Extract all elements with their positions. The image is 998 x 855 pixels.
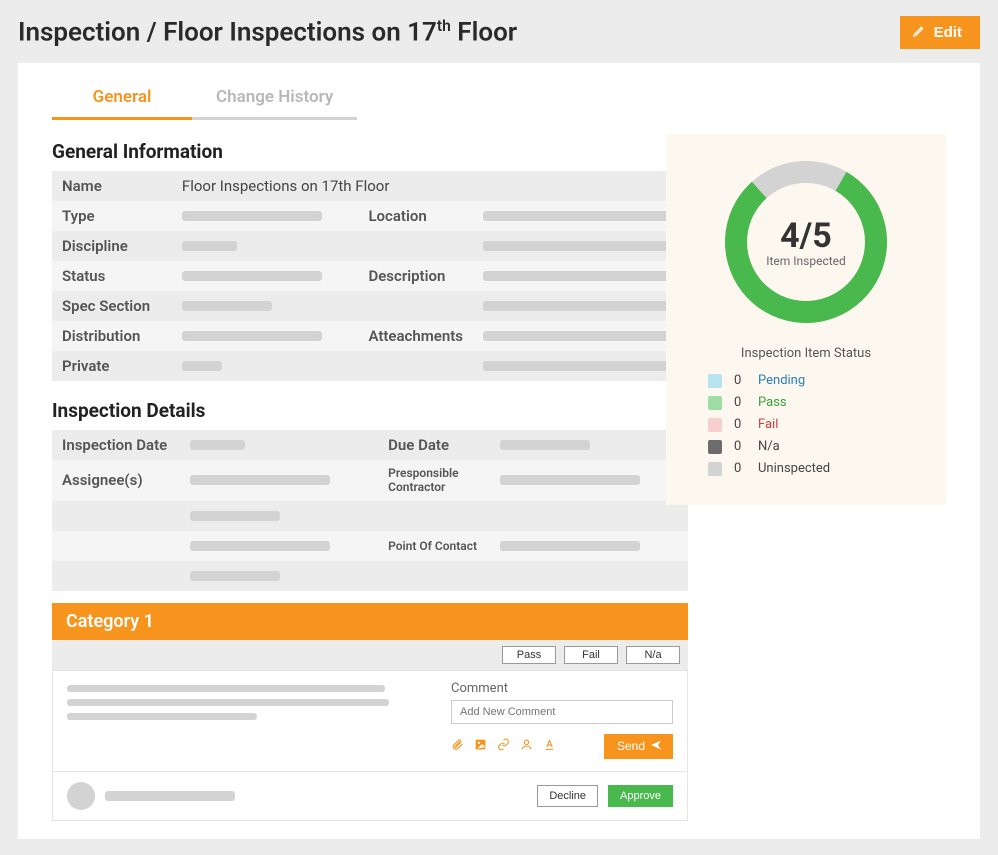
- general-info-table: Name Floor Inspections on 17th Floor Typ…: [52, 171, 688, 381]
- inspection-date-label: Inspection Date: [52, 430, 180, 460]
- fail-button[interactable]: Fail: [564, 646, 618, 664]
- comment-label: Comment: [451, 681, 673, 696]
- private-value: [172, 351, 359, 381]
- item-text: [67, 681, 427, 759]
- swatch-na: [708, 440, 722, 454]
- status-title: Inspection Item Status: [686, 346, 926, 361]
- assignees-value-2: [180, 501, 378, 531]
- legend-pending-label: Pending: [758, 373, 805, 388]
- legend-fail-count: 0: [734, 417, 746, 432]
- donut-count: 4/5: [780, 216, 832, 256]
- link-icon[interactable]: [497, 738, 510, 755]
- legend-pass-count: 0: [734, 395, 746, 410]
- status-value: [172, 261, 359, 291]
- assignees-value: [180, 460, 378, 501]
- tab-general[interactable]: General: [52, 77, 192, 120]
- distribution-value: [172, 321, 359, 351]
- type-label: Type: [52, 201, 172, 231]
- inspection-donut-chart: 4/5 Item Inspected: [720, 156, 892, 328]
- category-header: Category 1: [52, 603, 688, 640]
- name-label: Name: [52, 171, 172, 201]
- edit-label: Edit: [934, 24, 962, 41]
- legend-pending: 0 Pending: [708, 373, 904, 388]
- legend-pass-label: Pass: [758, 395, 787, 410]
- section-general-info: General Information: [52, 140, 648, 163]
- legend-na: 0 N/a: [708, 439, 904, 454]
- send-button[interactable]: Send: [604, 734, 673, 759]
- assignees-value-4: [180, 561, 378, 591]
- donut-label: Item Inspected: [766, 254, 846, 268]
- pencil-icon: [912, 23, 927, 42]
- poc-value: [490, 531, 688, 561]
- location-value-2: [473, 231, 688, 261]
- legend-fail-label: Fail: [758, 417, 778, 432]
- comment-input[interactable]: [451, 700, 673, 724]
- category-actions: Pass Fail N/a: [52, 640, 688, 670]
- legend-uninspected-count: 0: [734, 461, 746, 476]
- name-value: Floor Inspections on 17th Floor: [172, 171, 688, 201]
- status-label: Status: [52, 261, 172, 291]
- inspection-date-value: [180, 430, 378, 460]
- assignees-value-3: [180, 531, 378, 561]
- section-inspection-details: Inspection Details: [52, 399, 648, 422]
- presponsible-value: [490, 460, 688, 501]
- legend-pending-count: 0: [734, 373, 746, 388]
- location-value: [473, 201, 688, 231]
- user-icon[interactable]: [520, 738, 533, 755]
- attachments-label: Atteachments: [358, 321, 473, 351]
- location-label: Location: [358, 201, 473, 231]
- pass-button[interactable]: Pass: [502, 646, 556, 664]
- tabs: General Change History: [52, 77, 946, 120]
- status-panel: 4/5 Item Inspected Inspection Item Statu…: [666, 134, 946, 505]
- due-date-value: [490, 430, 688, 460]
- legend-na-count: 0: [734, 439, 746, 454]
- tab-change-history[interactable]: Change History: [192, 77, 357, 120]
- swatch-pass: [708, 396, 722, 410]
- legend-uninspected: 0 Uninspected: [708, 461, 904, 476]
- distribution-label: Distribution: [52, 321, 172, 351]
- legend-na-label: N/a: [758, 439, 780, 454]
- inspection-details-table: Inspection Date Due Date Assignee(s) Pre…: [52, 430, 688, 591]
- description-label: Description: [358, 261, 473, 291]
- attachments-value: [473, 321, 688, 351]
- text-icon[interactable]: [543, 738, 556, 755]
- due-date-label: Due Date: [378, 430, 490, 460]
- swatch-pending: [708, 374, 722, 388]
- image-icon[interactable]: [474, 738, 487, 755]
- assignees-label: Assignee(s): [52, 460, 180, 501]
- send-arrow-icon: [650, 739, 662, 754]
- send-label: Send: [617, 739, 645, 753]
- edit-button[interactable]: Edit: [900, 16, 980, 49]
- paperclip-icon[interactable]: [451, 738, 464, 755]
- private-label: Private: [52, 351, 172, 381]
- legend-fail: 0 Fail: [708, 417, 904, 432]
- avatar: [67, 782, 95, 810]
- discipline-label: Discipline: [52, 231, 172, 261]
- na-button[interactable]: N/a: [626, 646, 680, 664]
- commenter-name: [105, 791, 235, 801]
- spec-section-value: [172, 291, 359, 321]
- description-value: [473, 261, 688, 291]
- description-value-2: [473, 291, 688, 321]
- decline-button[interactable]: Decline: [537, 785, 598, 807]
- legend-uninspected-label: Uninspected: [758, 461, 830, 476]
- presponsible-label: Presponsible Contractor: [378, 460, 490, 501]
- attachments-value-2: [473, 351, 688, 381]
- spec-section-label: Spec Section: [52, 291, 172, 321]
- swatch-uninspected: [708, 462, 722, 476]
- discipline-value: [172, 231, 359, 261]
- approve-button[interactable]: Approve: [608, 785, 673, 807]
- page-title: Inspection / Floor Inspections on 17th F…: [18, 17, 517, 48]
- swatch-fail: [708, 418, 722, 432]
- type-value: [172, 201, 359, 231]
- poc-label: Point Of Contact: [378, 531, 490, 561]
- legend-pass: 0 Pass: [708, 395, 904, 410]
